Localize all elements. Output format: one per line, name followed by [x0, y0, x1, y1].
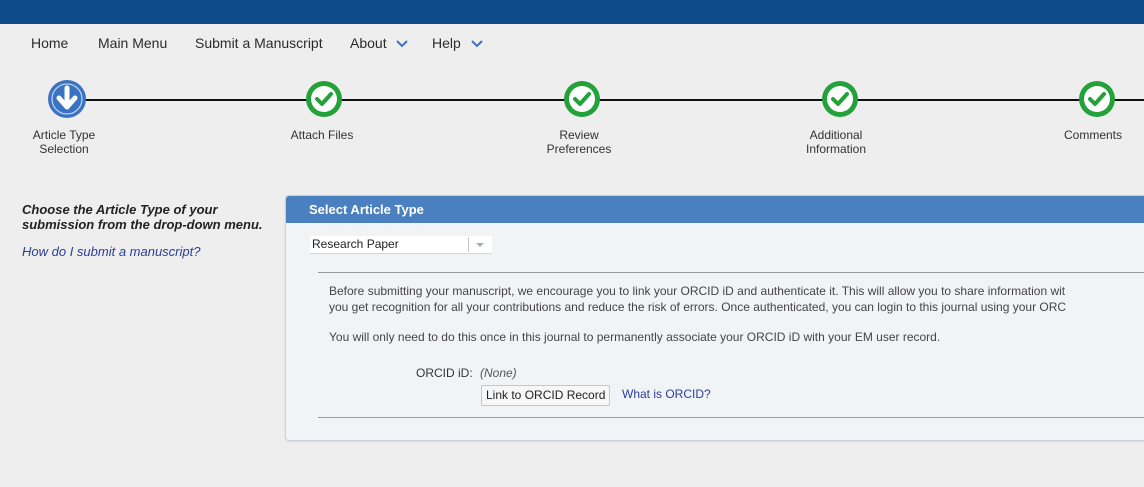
nav-main-menu[interactable]: Main Menu [98, 35, 167, 51]
orcid-info-line3: You will only need to do this once in th… [329, 330, 941, 344]
step-review-preferences[interactable] [563, 80, 601, 118]
nav-main-menu-label: Main Menu [98, 35, 168, 51]
step-label-line: Preferences [546, 142, 612, 156]
orcid-info-line2: you get recognition for all your contrib… [329, 300, 1067, 314]
step-label-attach-files: Attach Files [282, 128, 362, 142]
chevron-down-icon [396, 40, 409, 48]
nav-help-label: Help [432, 35, 461, 51]
nav-submit-manuscript[interactable]: Submit a Manuscript [195, 35, 323, 51]
step-label-additional-information: Additional Information [796, 128, 876, 156]
checkmark-icon [1079, 81, 1115, 117]
step-label-review-preferences: Review Preferences [539, 128, 619, 156]
dropdown-arrow-icon[interactable] [476, 243, 484, 247]
help-submit-link[interactable]: How do I submit a manuscript? [22, 244, 200, 259]
orcid-info-line1: Before submitting your manuscript, we en… [329, 284, 1066, 298]
article-type-value: Research Paper [312, 237, 399, 251]
nav-about-label: About [350, 35, 387, 51]
step-label-line: Article Type [32, 128, 96, 142]
step-label-line: Attach Files [290, 128, 354, 142]
step-label-line: Additional [809, 128, 863, 142]
nav-help[interactable]: Help [432, 35, 483, 51]
instruction-text: Choose the Article Type of your submissi… [22, 202, 263, 232]
step-label-article-type: Article Type Selection [32, 128, 96, 156]
checkmark-icon [564, 81, 600, 117]
what-is-orcid-link[interactable]: What is ORCID? [622, 387, 711, 401]
step-article-type[interactable] [48, 80, 86, 118]
nav-home-label: Home [31, 35, 69, 51]
panel-title: Select Article Type [309, 202, 424, 217]
step-label-line: Selection [39, 142, 89, 156]
step-label-comments: Comments [1053, 128, 1133, 142]
checkmark-icon [822, 81, 858, 117]
step-label-line: Information [805, 142, 867, 156]
step-label-line: Comments [1063, 128, 1122, 142]
submission-progress: Article Type Selection Attach Files Revi… [0, 78, 1144, 168]
article-type-select[interactable]: Research Paper [310, 236, 492, 254]
select-divider [468, 237, 469, 252]
checkmark-icon [306, 81, 342, 117]
progress-line [66, 99, 1144, 101]
orcid-id-label: ORCID iD: [416, 366, 473, 380]
step-additional-information[interactable] [821, 80, 859, 118]
chevron-down-icon [470, 40, 483, 48]
link-orcid-button[interactable]: Link to ORCID Record [481, 385, 611, 406]
nav-submit-manuscript-label: Submit a Manuscript [195, 35, 323, 51]
top-banner [0, 0, 1144, 24]
nav-about[interactable]: About [350, 35, 409, 51]
nav-home[interactable]: Home [31, 35, 68, 51]
step-comments[interactable] [1078, 80, 1116, 118]
step-attach-files[interactable] [305, 80, 343, 118]
orcid-id-value: (None) [480, 366, 517, 380]
step-label-line: Review [559, 128, 599, 142]
panel-header: Select Article Type [286, 196, 1144, 223]
down-arrow-icon [48, 80, 86, 118]
